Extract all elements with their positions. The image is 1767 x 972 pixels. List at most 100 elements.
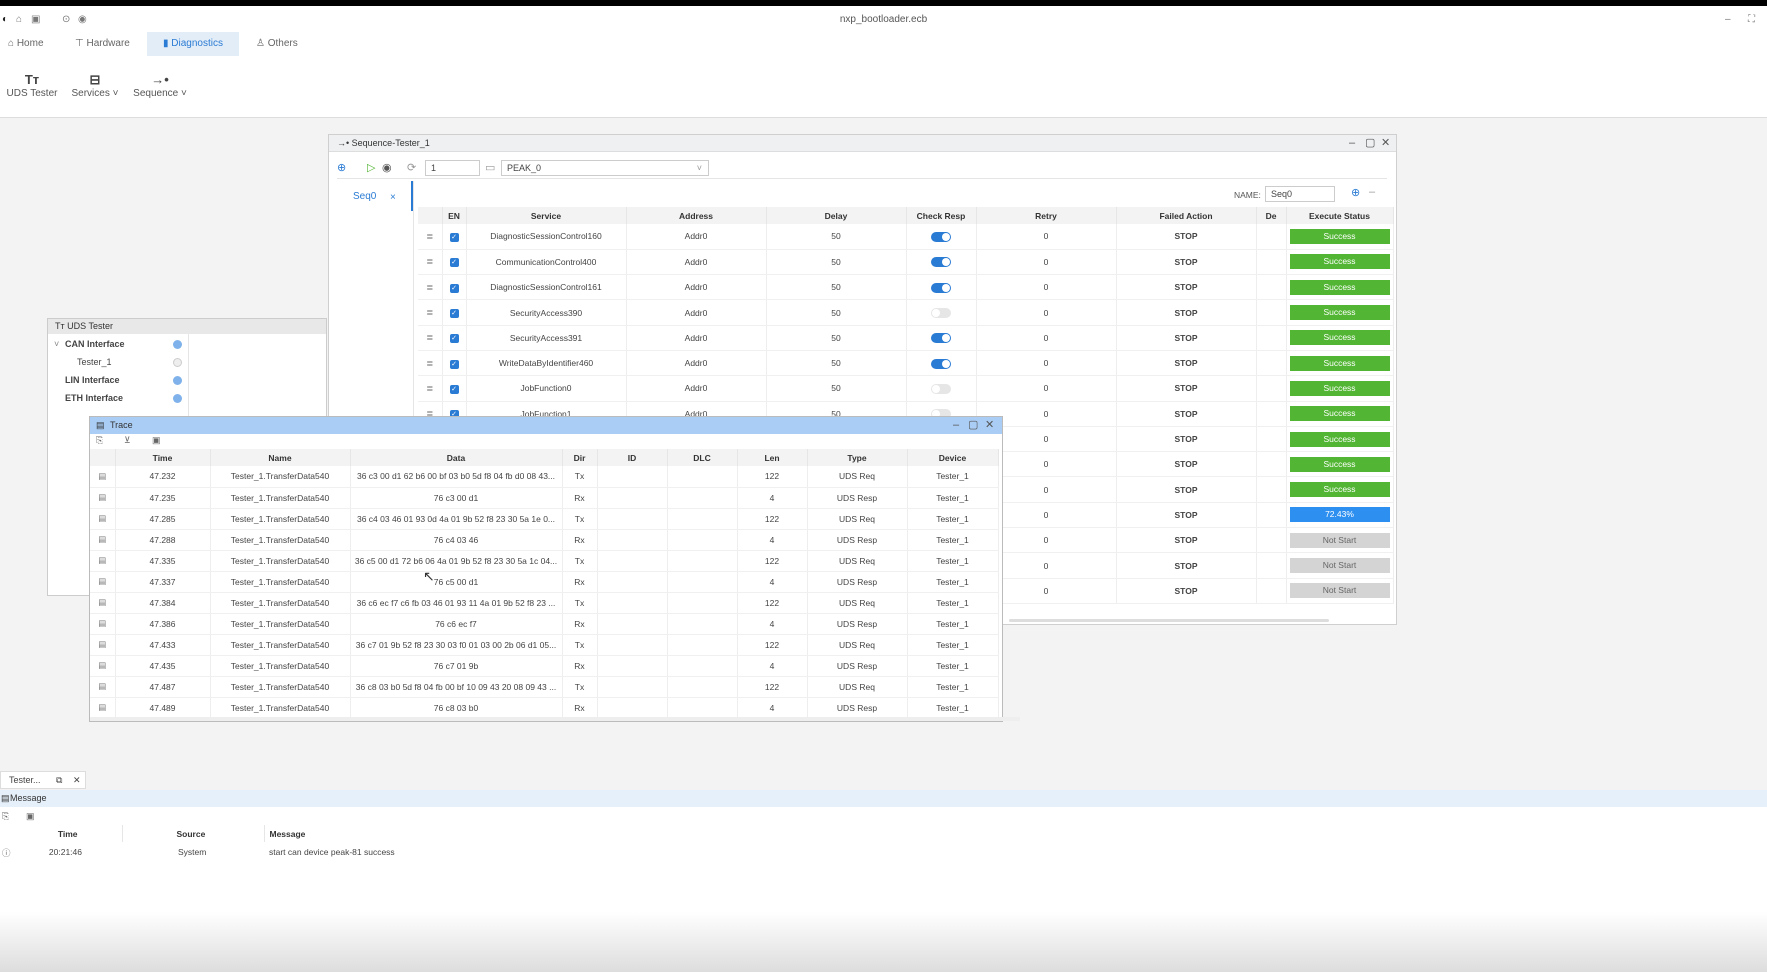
horizontal-scrollbar[interactable] [90, 717, 1020, 721]
maximize-icon[interactable]: ▢ [968, 417, 978, 433]
column-header[interactable]: Address [626, 207, 767, 224]
add-icon[interactable] [173, 394, 182, 403]
trace-row[interactable]: ▤ 47.487 Tester_1.TransferData540 36 c8 03 … [90, 676, 999, 698]
column-header[interactable]: DLC [667, 449, 738, 466]
trace-row[interactable]: ▤ 47.489 Tester_1.TransferData540 76 c8 03 … [90, 697, 999, 719]
trace-row[interactable]: ▤ 47.235 Tester_1.TransferData540 76 c3 00 … [90, 487, 999, 509]
tree-item-lin[interactable]: LIN Interface [65, 375, 120, 385]
check-resp-toggle[interactable] [931, 307, 951, 318]
drag-handle-icon[interactable]: ≣ [418, 375, 443, 402]
enable-checkbox[interactable]: ✓ [449, 283, 459, 293]
tree-item-eth[interactable]: ETH Interface [65, 393, 123, 403]
loop-count-input[interactable]: 1 [425, 160, 480, 176]
column-header[interactable]: Execute Status [1286, 207, 1394, 224]
message-row[interactable]: ⓘ 20:21:46 System start can device peak-8… [0, 842, 1767, 862]
drag-handle-icon[interactable]: ≣ [418, 350, 443, 377]
clear-icon[interactable]: ⎘ [96, 435, 103, 446]
column-header[interactable]: EN [442, 207, 467, 224]
device-select[interactable]: PEAK_0 ˅ [501, 160, 709, 176]
check-resp-toggle[interactable] [931, 383, 951, 394]
minus-icon[interactable]: – [1369, 186, 1375, 198]
sequence-row[interactable]: ≣ ✓ WriteDataByIdentifier460 Addr0 50 0 STOP Su… [418, 350, 1394, 377]
sequence-row[interactable]: ≣ ✓ JobFunction0 Addr0 50 0 STOP Success [418, 375, 1394, 402]
maximize-icon[interactable]: ⛶ [1748, 14, 1755, 25]
column-header[interactable]: Type [807, 449, 908, 466]
check-resp-toggle[interactable] [931, 282, 951, 293]
close-icon[interactable]: ✕ [985, 417, 994, 433]
column-header[interactable]: Retry [976, 207, 1117, 224]
sequence-row[interactable]: ≣ ✓ DiagnosticSessionControl161 Addr0 50 0 STO… [418, 274, 1394, 301]
column-header[interactable]: Device [907, 449, 999, 466]
check-resp-toggle[interactable] [931, 231, 951, 242]
column-header[interactable]: Delay [766, 207, 907, 224]
close-icon[interactable]: × [390, 192, 396, 203]
check-resp-toggle[interactable] [931, 358, 951, 369]
column-header[interactable]: Len [737, 449, 808, 466]
uds-tester-button[interactable]: Tᴛ UDS Tester [6, 72, 58, 99]
column-header[interactable]: De [1256, 207, 1287, 224]
bottom-tab[interactable]: Tester... ⧉ ✕ [0, 771, 86, 789]
drag-handle-icon[interactable]: ≣ [418, 274, 443, 301]
tab-hardware[interactable]: ⊤ Hardware [67, 32, 138, 56]
add-icon[interactable] [173, 340, 182, 349]
column-header[interactable]: Data [350, 449, 563, 466]
loop-icon[interactable]: ⟳ [407, 161, 416, 174]
column-header[interactable]: Message [264, 825, 1767, 842]
trace-row[interactable]: ▤ 47.285 Tester_1.TransferData540 36 c4 03 … [90, 508, 999, 530]
name-input[interactable]: Seq0 [1265, 186, 1335, 202]
trace-row[interactable]: ▤ 47.435 Tester_1.TransferData540 76 c7 01 … [90, 655, 999, 677]
sequence-row[interactable]: ≣ ✓ CommunicationControl400 Addr0 50 0 STOP Suc… [418, 249, 1394, 276]
column-header[interactable]: Source [122, 825, 265, 842]
column-header[interactable]: Time [0, 825, 123, 842]
sequence-button[interactable]: →• Sequence ˅ [132, 72, 188, 99]
stop-icon[interactable]: ◉ [382, 161, 392, 174]
check-resp-toggle[interactable] [931, 333, 951, 344]
enable-checkbox[interactable]: ✓ [449, 384, 459, 394]
sequence-row[interactable]: ≣ ✓ SecurityAccess390 Addr0 50 0 STOP Success [418, 299, 1394, 326]
enable-checkbox[interactable]: ✓ [449, 258, 459, 268]
column-header[interactable]: Service [466, 207, 627, 224]
trace-row[interactable]: ▤ 47.386 Tester_1.TransferData540 76 c6 ec … [90, 613, 999, 635]
tab-home[interactable]: ⌂ Home [0, 32, 52, 56]
column-header[interactable]: Name [210, 449, 351, 466]
tree-item-tester[interactable]: Tester_1 [77, 357, 112, 367]
column-header[interactable]: Check Resp [906, 207, 977, 224]
enable-checkbox[interactable]: ✓ [449, 334, 459, 344]
tab-others[interactable]: ♙ Others [248, 32, 306, 56]
drag-handle-icon[interactable]: ≣ [418, 325, 443, 351]
drag-handle-icon[interactable]: ≣ [418, 224, 443, 250]
minimize-icon[interactable]: – [1349, 135, 1355, 151]
drag-handle-icon[interactable]: ≣ [418, 299, 443, 326]
add-icon[interactable] [173, 376, 182, 385]
chevron-down-icon[interactable]: ˅ [54, 339, 59, 349]
trace-row[interactable]: ▤ 47.337 Tester_1.TransferData540 76 c5 00 … [90, 571, 999, 593]
minimize-icon[interactable]: – [953, 417, 959, 433]
enable-checkbox[interactable]: ✓ [449, 232, 459, 242]
add-icon[interactable]: ⊕ [1351, 186, 1360, 199]
enable-checkbox[interactable]: ✓ [449, 359, 459, 369]
services-button[interactable]: ⊟ Services ˅ [70, 72, 120, 99]
trace-row[interactable]: ▤ 47.232 Tester_1.TransferData540 36 c3 00 … [90, 466, 999, 488]
sequence-row[interactable]: ≣ ✓ SecurityAccess391 Addr0 50 0 STOP Success [418, 325, 1394, 351]
trace-row[interactable]: ▤ 47.433 Tester_1.TransferData540 36 c7 01 … [90, 634, 999, 656]
column-header[interactable]: ID [597, 449, 668, 466]
sequence-row[interactable]: ≣ ✓ DiagnosticSessionControl160 Addr0 50 0 STO… [418, 224, 1394, 250]
tree-item-can[interactable]: CAN Interface [65, 339, 125, 349]
popout-icon[interactable]: ⧉ [56, 772, 62, 788]
close-icon[interactable]: ✕ [73, 772, 81, 788]
tab-diagnostics[interactable]: ▮ Diagnostics [147, 32, 239, 56]
column-header[interactable]: Time [115, 449, 211, 466]
column-header[interactable]: Failed Action [1116, 207, 1257, 224]
check-resp-toggle[interactable] [931, 257, 951, 268]
save-icon[interactable]: ▣ [152, 435, 161, 446]
add-icon[interactable]: ⊕ [337, 161, 346, 174]
play-icon[interactable]: ▷ [367, 161, 375, 174]
minimize-icon[interactable]: – [1725, 14, 1731, 25]
trace-row[interactable]: ▤ 47.384 Tester_1.TransferData540 36 c6 ec … [90, 592, 999, 614]
column-header[interactable]: Dir [562, 449, 598, 466]
clear-icon[interactable]: ⎘ [2, 811, 9, 822]
filter-icon[interactable]: ⊻ [124, 435, 131, 446]
drag-handle-icon[interactable]: ≣ [418, 249, 443, 276]
trace-row[interactable]: ▤ 47.335 Tester_1.TransferData540 36 c5 00 … [90, 550, 999, 572]
horizontal-scrollbar[interactable] [1009, 619, 1329, 622]
